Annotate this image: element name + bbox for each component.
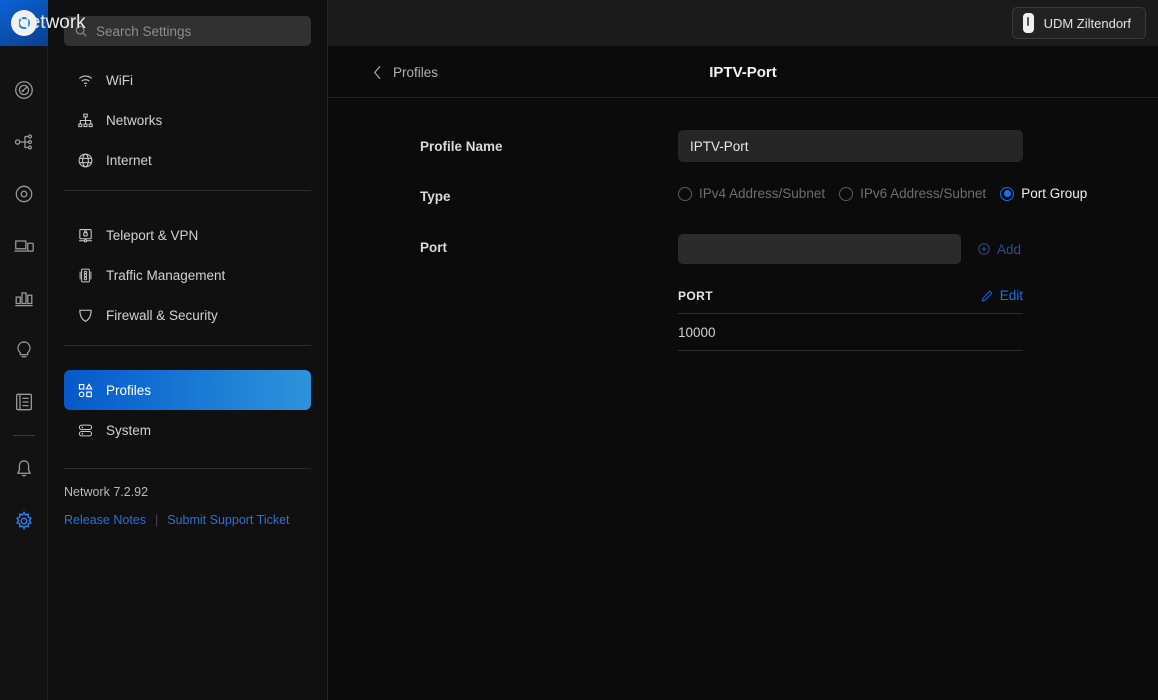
gear-icon[interactable] — [0, 495, 48, 547]
search-settings-box[interactable] — [64, 16, 311, 46]
edit-ports-button[interactable]: Edit — [980, 288, 1023, 303]
profile-name-field-col — [678, 130, 1023, 162]
shield-icon — [76, 307, 94, 324]
bell-icon[interactable] — [0, 443, 48, 495]
circle-plus-icon — [978, 243, 990, 255]
profile-name-label: Profile Name — [420, 139, 503, 154]
main-content: UDM Ziltendorf Profiles IPTV-Port Profil… — [328, 0, 1158, 700]
wifi-icon — [76, 72, 94, 89]
logs-icon[interactable] — [0, 376, 48, 428]
port-input[interactable] — [678, 234, 961, 264]
port-label: Port — [420, 240, 447, 255]
sidebar-item-teleport-vpn[interactable]: Teleport & VPN — [64, 215, 311, 255]
add-label: Add — [997, 241, 1022, 257]
unifi-network-app: WiFi Networks — [0, 0, 1158, 700]
sidebar-divider-3 — [64, 468, 311, 469]
radio-ipv6-address-subnet[interactable]: IPv6 Address/Subnet — [839, 186, 986, 201]
teleport-vpn-icon — [76, 227, 94, 244]
port-table-header: PORT Edit — [678, 288, 1023, 313]
bar-chart-icon[interactable] — [0, 272, 48, 324]
profile-name-input[interactable] — [678, 130, 1023, 162]
release-notes-link[interactable]: Release Notes — [64, 513, 146, 527]
port-table: PORT Edit 10000 — [678, 288, 1023, 351]
sidebar-group-management: Profiles System — [64, 356, 311, 450]
lightbulb-icon[interactable] — [0, 324, 48, 376]
port-input-line: Add — [678, 234, 1023, 264]
sidebar-item-label: Traffic Management — [106, 267, 226, 283]
sidebar-divider-2 — [64, 345, 311, 346]
networks-icon — [76, 112, 94, 129]
links-separator: | — [155, 513, 159, 527]
udm-device-icon — [1022, 13, 1034, 33]
sidebar-item-firewall-security[interactable]: Firewall & Security — [64, 295, 311, 335]
profiles-icon — [76, 382, 94, 399]
sidebar-item-traffic-management[interactable]: Traffic Management — [64, 255, 311, 295]
sidebar-item-internet[interactable]: Internet — [64, 140, 311, 180]
search-input[interactable] — [96, 23, 301, 39]
pencil-icon — [981, 289, 993, 302]
rail-items — [0, 64, 48, 547]
edit-label: Edit — [999, 288, 1023, 303]
type-field-col: IPv4 Address/Subnet IPv6 Address/Subnet … — [678, 186, 1098, 201]
device-selector[interactable]: UDM Ziltendorf — [1011, 7, 1146, 39]
radio-dot — [678, 186, 692, 201]
type-row: Type IPv4 Address/Subnet IPv6 Address/Su… — [328, 186, 1158, 210]
submit-support-ticket-link[interactable]: Submit Support Ticket — [167, 513, 289, 527]
sidebar-item-wifi[interactable]: WiFi — [64, 60, 311, 100]
profile-name-row: Profile Name — [328, 130, 1158, 164]
add-port-button[interactable]: Add — [977, 242, 1021, 257]
page-title: IPTV-Port — [709, 63, 777, 81]
type-radio-group: IPv4 Address/Subnet IPv6 Address/Subnet … — [678, 186, 1098, 201]
gauge-icon[interactable] — [0, 64, 48, 116]
sidebar-divider-1 — [64, 190, 311, 191]
sidebar-item-label: Firewall & Security — [106, 307, 218, 323]
sidebar-item-label: Profiles — [106, 382, 152, 398]
port-column-header: PORT — [678, 288, 713, 303]
table-rule-bottom — [678, 350, 1023, 351]
app-title: Network — [16, 12, 86, 33]
sidebar-item-label: Teleport & VPN — [106, 227, 199, 243]
network-version: Network 7.2.92 — [64, 485, 149, 499]
radio-dot — [1000, 186, 1015, 201]
devices-icon[interactable] — [0, 168, 48, 220]
radio-ipv4-address-subnet[interactable]: IPv4 Address/Subnet — [678, 186, 825, 201]
sidebar-group-security: Teleport & VPN Traffic Management Firewa… — [64, 201, 311, 335]
sidebar-item-system[interactable]: System — [64, 410, 311, 450]
type-label: Type — [420, 189, 451, 204]
globe-icon — [76, 152, 94, 169]
client-devices-icon[interactable] — [0, 220, 48, 272]
sidebar-group-connectivity: WiFi Networks Internet — [64, 46, 311, 180]
top-bar: UDM Ziltendorf — [328, 0, 1158, 46]
profile-form: Profile Name Type IPv4 Address/Subnet — [328, 98, 1158, 700]
sidebar-footer-links: Release Notes | Submit Support Ticket — [64, 499, 311, 527]
system-icon — [76, 422, 94, 439]
traffic-light-icon — [76, 267, 94, 284]
sidebar-item-networks[interactable]: Networks — [64, 100, 311, 140]
sidebar-item-profiles[interactable]: Profiles — [64, 370, 311, 410]
port-field-col: Add PORT Edit 10000 — [678, 234, 1023, 351]
device-name-label: UDM Ziltendorf — [1043, 15, 1131, 31]
radio-dot — [839, 186, 854, 201]
sidebar-item-label: System — [106, 422, 152, 438]
radio-label: IPv6 Address/Subnet — [860, 186, 987, 201]
radio-port-group[interactable]: Port Group — [1000, 186, 1087, 201]
table-row[interactable]: 10000 — [678, 314, 1023, 350]
sidebar-item-label: WiFi — [106, 72, 133, 88]
topology-icon[interactable] — [0, 116, 48, 168]
settings-sidebar: WiFi Networks — [48, 0, 328, 700]
radio-label: IPv4 Address/Subnet — [699, 186, 826, 201]
radio-label: Port Group — [1021, 186, 1088, 201]
sidebar-item-label: Networks — [106, 112, 163, 128]
rail-divider — [12, 435, 35, 436]
sidebar-item-label: Internet — [106, 152, 152, 168]
search-wrapper — [64, 0, 311, 46]
breadcrumb-bar: Profiles IPTV-Port — [328, 46, 1158, 98]
app-icon-rail — [0, 0, 48, 700]
port-cell: 10000 — [678, 324, 716, 340]
